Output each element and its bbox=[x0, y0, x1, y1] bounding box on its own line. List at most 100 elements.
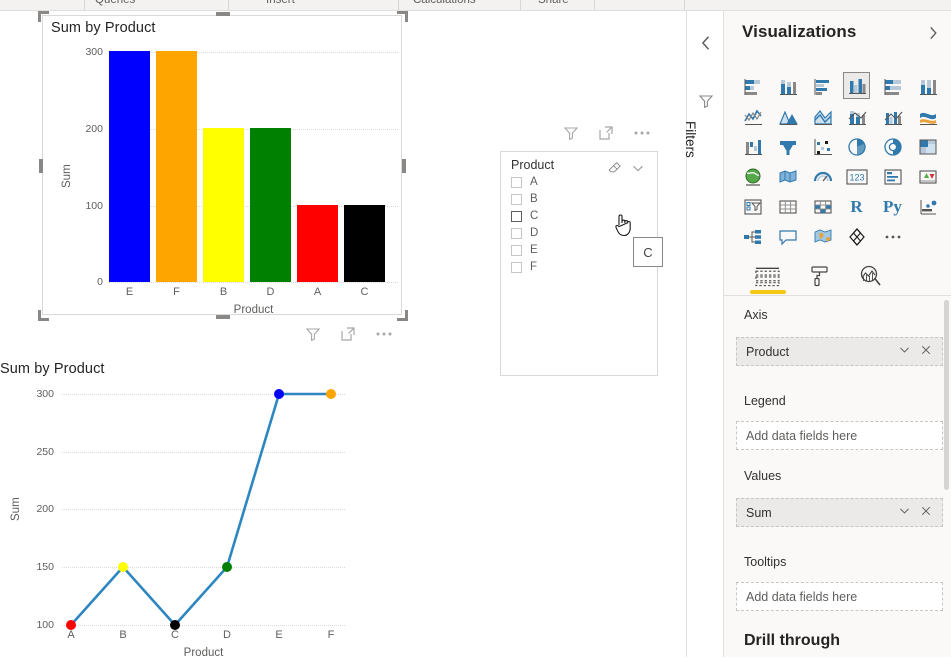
r-script-visual-icon[interactable]: R bbox=[843, 193, 870, 220]
checkbox-e[interactable] bbox=[511, 244, 522, 256]
bar-d[interactable] bbox=[250, 128, 291, 282]
resize-handle-left[interactable] bbox=[39, 159, 43, 173]
pie-chart-icon[interactable] bbox=[843, 133, 870, 160]
table-visual-icon[interactable] bbox=[774, 193, 801, 220]
resize-handle-right[interactable] bbox=[402, 159, 406, 173]
analytics-tab[interactable] bbox=[848, 258, 894, 294]
visualizations-pane-scrollbar[interactable] bbox=[944, 300, 949, 490]
chevron-right-icon[interactable] bbox=[924, 24, 942, 42]
decomposition-tree-visual-icon[interactable] bbox=[739, 223, 766, 250]
well-tooltips[interactable]: Add data fields here bbox=[736, 582, 943, 611]
resize-handle-top[interactable] bbox=[216, 12, 230, 16]
slicer-item-a[interactable]: A bbox=[511, 176, 538, 188]
data-point-e bbox=[274, 389, 284, 399]
slicer-item-c[interactable]: C bbox=[511, 210, 538, 222]
resize-handle-bottom[interactable] bbox=[216, 315, 230, 319]
line-and-stacked-column-chart-icon[interactable] bbox=[843, 103, 870, 130]
chevron-down-icon[interactable] bbox=[898, 504, 911, 522]
bar-chart-visual-header[interactable] bbox=[305, 326, 393, 342]
multi-row-card-visual-icon[interactable] bbox=[879, 163, 906, 190]
gauge-visual-icon[interactable] bbox=[809, 163, 836, 190]
chevron-down-icon[interactable] bbox=[631, 161, 645, 180]
hundred-percent-stacked-column-chart-icon[interactable] bbox=[914, 73, 941, 100]
checkbox-b[interactable] bbox=[511, 193, 522, 205]
data-point-d bbox=[222, 562, 232, 572]
waterfall-chart-icon[interactable] bbox=[739, 133, 766, 160]
slicer-item-e[interactable]: E bbox=[511, 244, 538, 256]
filter-icon[interactable] bbox=[305, 326, 321, 342]
filter-icon[interactable] bbox=[563, 125, 579, 141]
hundred-percent-stacked-bar-chart-icon[interactable] bbox=[879, 73, 906, 100]
python-visual-icon[interactable]: Py bbox=[879, 193, 906, 220]
chevron-down-icon[interactable] bbox=[898, 343, 911, 361]
resize-handle-bottom-right[interactable] bbox=[397, 310, 408, 321]
key-influencers-visual-icon[interactable] bbox=[914, 193, 941, 220]
donut-chart-icon[interactable] bbox=[879, 133, 906, 160]
fields-tab[interactable] bbox=[744, 258, 790, 294]
remove-field-icon[interactable] bbox=[920, 343, 932, 361]
chevron-left-icon[interactable] bbox=[696, 33, 716, 53]
scatter-chart-icon[interactable] bbox=[809, 133, 836, 160]
stacked-bar-chart-icon[interactable] bbox=[739, 73, 766, 100]
remove-field-icon[interactable] bbox=[920, 504, 932, 522]
qna-visual-icon[interactable] bbox=[774, 223, 801, 250]
area-chart-icon[interactable] bbox=[774, 103, 801, 130]
bar-e[interactable] bbox=[109, 51, 150, 282]
ribbon-chart-icon[interactable] bbox=[914, 103, 941, 130]
bar-chart-visual[interactable]: Sum by Product 300 200 100 0 E F B D A C… bbox=[38, 11, 408, 321]
ribbon-group-queries[interactable]: Queries bbox=[95, 0, 135, 6]
kpi-visual-icon[interactable] bbox=[914, 163, 941, 190]
ribbon-group-share[interactable]: Share bbox=[538, 0, 569, 6]
treemap-chart-icon[interactable] bbox=[914, 133, 941, 160]
checkbox-d[interactable] bbox=[511, 227, 522, 239]
bar-a[interactable] bbox=[297, 205, 338, 282]
format-tab[interactable] bbox=[797, 258, 843, 294]
clustered-column-chart-icon[interactable] bbox=[843, 72, 870, 99]
line-and-clustered-column-chart-icon[interactable] bbox=[879, 103, 906, 130]
report-canvas[interactable]: Sum by Product 300 200 100 0 E F B D A C… bbox=[0, 11, 686, 659]
checkbox-f[interactable] bbox=[511, 261, 522, 273]
slicer-item-d[interactable]: D bbox=[511, 227, 538, 239]
map-visual-icon[interactable] bbox=[739, 163, 766, 190]
funnel-chart-icon[interactable] bbox=[774, 133, 801, 160]
focus-mode-icon[interactable] bbox=[340, 326, 356, 342]
well-legend[interactable]: Add data fields here bbox=[736, 421, 943, 450]
resize-handle-top-left[interactable] bbox=[38, 11, 49, 22]
slicer-item-f[interactable]: F bbox=[511, 261, 537, 273]
bar-b[interactable] bbox=[203, 128, 244, 282]
powerapps-visual-icon[interactable] bbox=[843, 223, 870, 250]
ribbon-group-calculations[interactable]: Calculations bbox=[413, 0, 476, 6]
clustered-bar-chart-icon[interactable] bbox=[809, 73, 836, 100]
well-axis[interactable]: Product bbox=[736, 337, 943, 366]
slicer-item-b[interactable]: B bbox=[511, 193, 538, 205]
card-visual-icon[interactable]: 123 bbox=[843, 163, 870, 190]
well-values[interactable]: Sum bbox=[736, 498, 943, 527]
filters-pane-collapsed[interactable]: Filters bbox=[683, 11, 724, 657]
stacked-area-chart-icon[interactable] bbox=[809, 103, 836, 130]
resize-handle-top-right[interactable] bbox=[397, 11, 408, 22]
filter-icon[interactable] bbox=[698, 93, 714, 109]
checkbox-c[interactable] bbox=[511, 210, 522, 222]
checkbox-a[interactable] bbox=[511, 176, 522, 188]
more-options-icon[interactable] bbox=[633, 125, 651, 141]
bar-f[interactable] bbox=[156, 51, 197, 282]
slicer-visual-header[interactable] bbox=[563, 125, 651, 141]
ribbon-group-insert[interactable]: Insert bbox=[266, 0, 295, 6]
filters-pane-label[interactable]: Filters bbox=[683, 121, 698, 158]
slicer-visual-icon[interactable] bbox=[739, 193, 766, 220]
line-chart-xtick: F bbox=[327, 629, 335, 641]
focus-mode-icon[interactable] bbox=[598, 125, 614, 141]
filled-map-visual-icon[interactable] bbox=[774, 163, 801, 190]
resize-handle-bottom-left[interactable] bbox=[38, 310, 49, 321]
stacked-column-chart-icon[interactable] bbox=[774, 73, 801, 100]
matrix-visual-icon[interactable] bbox=[809, 193, 836, 220]
line-chart-icon[interactable] bbox=[739, 103, 766, 130]
bar-c[interactable] bbox=[344, 205, 385, 282]
arcgis-map-visual-icon[interactable] bbox=[809, 223, 836, 250]
more-options-icon[interactable] bbox=[375, 326, 393, 342]
line-chart-visual[interactable]: Sum by Product 300 250 200 150 100 A B C… bbox=[0, 351, 400, 659]
gridline bbox=[109, 52, 398, 53]
eraser-icon[interactable] bbox=[607, 160, 621, 179]
more-visuals-icon[interactable] bbox=[879, 223, 906, 250]
line-chart-xtick: E bbox=[275, 629, 283, 641]
